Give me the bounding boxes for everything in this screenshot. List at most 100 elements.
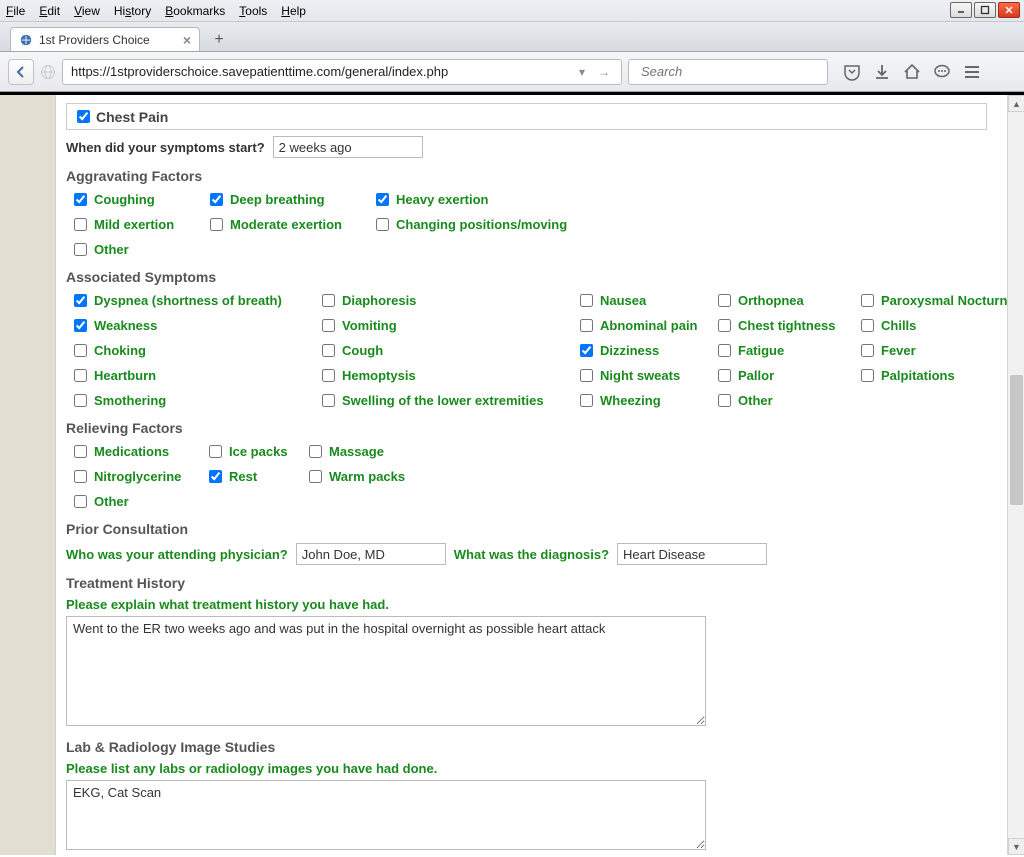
- associated-label[interactable]: Abnominal pain: [600, 318, 698, 333]
- associated-label[interactable]: Palpitations: [881, 368, 955, 383]
- aggravating-label[interactable]: Coughing: [94, 192, 155, 207]
- associated-checkbox[interactable]: [718, 294, 731, 307]
- associated-label[interactable]: Orthopnea: [738, 293, 804, 308]
- associated-checkbox[interactable]: [580, 369, 593, 382]
- associated-checkbox[interactable]: [861, 369, 874, 382]
- aggravating-label[interactable]: Heavy exertion: [396, 192, 489, 207]
- associated-checkbox[interactable]: [322, 369, 335, 382]
- relieving-checkbox[interactable]: [209, 470, 222, 483]
- relieving-checkbox[interactable]: [309, 470, 322, 483]
- associated-checkbox[interactable]: [322, 319, 335, 332]
- relieving-label[interactable]: Warm packs: [329, 469, 405, 484]
- lab-textarea[interactable]: [66, 780, 706, 850]
- associated-label[interactable]: Chills: [881, 318, 916, 333]
- window-minimize-button[interactable]: [950, 2, 972, 18]
- associated-label[interactable]: Cough: [342, 343, 383, 358]
- associated-label[interactable]: Fever: [881, 343, 916, 358]
- associated-label[interactable]: Weakness: [94, 318, 157, 333]
- associated-label[interactable]: Chest tightness: [738, 318, 836, 333]
- associated-label[interactable]: Hemoptysis: [342, 368, 416, 383]
- aggravating-label[interactable]: Deep breathing: [230, 192, 325, 207]
- relieving-checkbox[interactable]: [74, 495, 87, 508]
- url-input[interactable]: [69, 63, 571, 80]
- associated-label[interactable]: Dizziness: [600, 343, 659, 358]
- menu-tools[interactable]: Tools: [239, 4, 267, 18]
- chest-pain-checkbox[interactable]: [77, 110, 90, 123]
- menu-file[interactable]: File: [6, 4, 25, 18]
- tab-close-button[interactable]: ×: [183, 32, 191, 48]
- associated-label[interactable]: Swelling of the lower extremities: [342, 393, 544, 408]
- associated-label[interactable]: Vomiting: [342, 318, 397, 333]
- associated-label[interactable]: Pallor: [738, 368, 774, 383]
- associated-checkbox[interactable]: [74, 294, 87, 307]
- associated-checkbox[interactable]: [861, 319, 874, 332]
- associated-checkbox[interactable]: [580, 294, 593, 307]
- associated-label[interactable]: Dyspnea (shortness of breath): [94, 293, 282, 308]
- associated-label[interactable]: Other: [738, 393, 773, 408]
- associated-checkbox[interactable]: [74, 394, 87, 407]
- associated-label[interactable]: Nausea: [600, 293, 646, 308]
- associated-checkbox[interactable]: [718, 369, 731, 382]
- aggravating-label[interactable]: Moderate exertion: [230, 217, 342, 232]
- relieving-label[interactable]: Other: [94, 494, 129, 509]
- treatment-textarea[interactable]: [66, 616, 706, 726]
- aggravating-checkbox[interactable]: [210, 193, 223, 206]
- relieving-label[interactable]: Rest: [229, 469, 257, 484]
- associated-checkbox[interactable]: [718, 344, 731, 357]
- diagnosis-input[interactable]: [617, 543, 767, 565]
- chat-icon[interactable]: [932, 62, 952, 82]
- scrollbar-thumb[interactable]: [1010, 375, 1023, 505]
- relieving-checkbox[interactable]: [209, 445, 222, 458]
- pocket-icon[interactable]: [842, 62, 862, 82]
- search-bar[interactable]: [628, 59, 828, 85]
- aggravating-checkbox[interactable]: [74, 218, 87, 231]
- associated-checkbox[interactable]: [322, 294, 335, 307]
- relieving-label[interactable]: Ice packs: [229, 444, 288, 459]
- menu-bookmarks[interactable]: Bookmarks: [165, 4, 225, 18]
- associated-label[interactable]: Smothering: [94, 393, 166, 408]
- relieving-label[interactable]: Medications: [94, 444, 169, 459]
- associated-checkbox[interactable]: [861, 294, 874, 307]
- back-button[interactable]: [8, 59, 34, 85]
- scrollbar[interactable]: ▲ ▼: [1007, 95, 1024, 855]
- window-close-button[interactable]: [998, 2, 1020, 18]
- associated-label[interactable]: Night sweats: [600, 368, 680, 383]
- relieving-checkbox[interactable]: [74, 470, 87, 483]
- search-input[interactable]: [639, 63, 821, 80]
- aggravating-checkbox[interactable]: [74, 243, 87, 256]
- associated-label[interactable]: Wheezing: [600, 393, 661, 408]
- associated-checkbox[interactable]: [74, 319, 87, 332]
- associated-checkbox[interactable]: [580, 319, 593, 332]
- associated-label[interactable]: Heartburn: [94, 368, 156, 383]
- associated-label[interactable]: Fatigue: [738, 343, 784, 358]
- url-go-button[interactable]: →: [593, 65, 615, 79]
- scroll-up-button[interactable]: ▲: [1008, 95, 1024, 112]
- associated-checkbox[interactable]: [580, 344, 593, 357]
- relieving-label[interactable]: Massage: [329, 444, 384, 459]
- associated-checkbox[interactable]: [718, 394, 731, 407]
- aggravating-label[interactable]: Mild exertion: [94, 217, 174, 232]
- menu-help[interactable]: Help: [281, 4, 306, 18]
- menu-history[interactable]: History: [114, 4, 151, 18]
- url-dropdown-button[interactable]: ▾: [571, 65, 593, 79]
- downloads-icon[interactable]: [872, 62, 892, 82]
- scroll-down-button[interactable]: ▼: [1008, 838, 1024, 855]
- associated-checkbox[interactable]: [718, 319, 731, 332]
- menu-edit[interactable]: Edit: [39, 4, 60, 18]
- associated-label[interactable]: Paroxysmal Nocturnal D: [881, 293, 1007, 308]
- associated-checkbox[interactable]: [74, 344, 87, 357]
- associated-checkbox[interactable]: [322, 344, 335, 357]
- aggravating-checkbox[interactable]: [210, 218, 223, 231]
- relieving-checkbox[interactable]: [309, 445, 322, 458]
- symptoms-start-input[interactable]: [273, 136, 423, 158]
- physician-input[interactable]: [296, 543, 446, 565]
- aggravating-label[interactable]: Changing positions/moving: [396, 217, 567, 232]
- url-bar[interactable]: ▾ →: [62, 59, 622, 85]
- menu-icon[interactable]: [962, 62, 982, 82]
- aggravating-checkbox[interactable]: [376, 218, 389, 231]
- aggravating-label[interactable]: Other: [94, 242, 129, 257]
- associated-checkbox[interactable]: [322, 394, 335, 407]
- window-maximize-button[interactable]: [974, 2, 996, 18]
- browser-tab[interactable]: 1st Providers Choice ×: [10, 27, 200, 51]
- associated-checkbox[interactable]: [74, 369, 87, 382]
